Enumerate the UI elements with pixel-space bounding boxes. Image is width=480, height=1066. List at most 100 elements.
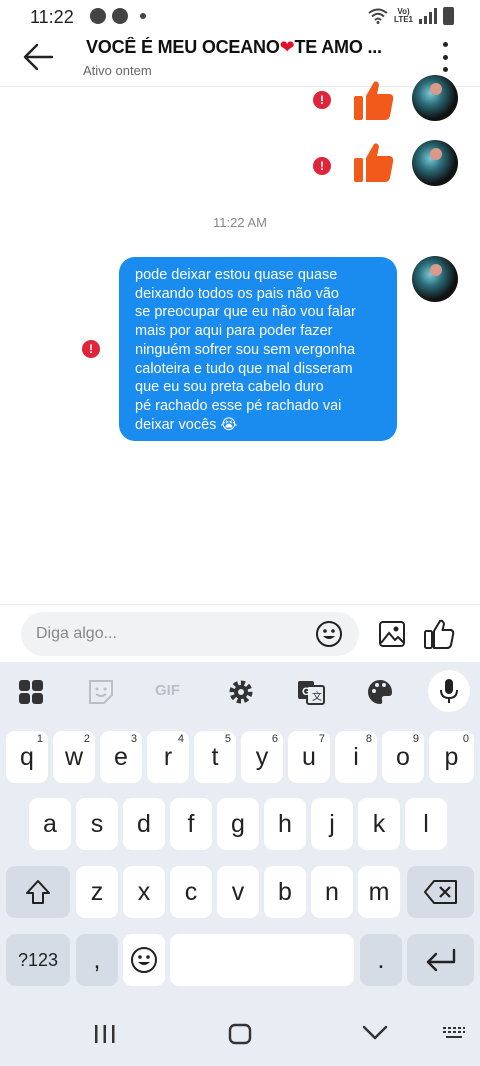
- active-status: Ativo ontem: [83, 63, 152, 78]
- title-text-end: TE AMO ...: [294, 37, 383, 57]
- image-icon[interactable]: [378, 620, 406, 648]
- key-i[interactable]: i8: [335, 731, 377, 783]
- backspace-key[interactable]: [407, 866, 474, 918]
- recent-apps-icon[interactable]: [94, 1024, 116, 1044]
- system-navigation-bar: [0, 1000, 480, 1066]
- key-h[interactable]: h: [264, 798, 306, 850]
- heart-icon: ❤: [279, 37, 295, 57]
- key-u[interactable]: u7: [288, 731, 330, 783]
- more-notifications-icon: [140, 13, 146, 19]
- message-line: pode deixar estou quase quase: [135, 267, 338, 283]
- back-button[interactable]: [22, 40, 56, 74]
- chat-header: VOCÊ É MEU OCEANO❤TE AMO ... Ativo ontem: [0, 34, 480, 86]
- message-timestamp: 11:22 AM: [213, 215, 267, 230]
- key-p[interactable]: p0: [429, 731, 474, 783]
- keyboard-switch-icon[interactable]: [442, 1026, 466, 1040]
- message-placeholder: Diga algo...: [36, 625, 117, 642]
- theme-palette-icon[interactable]: [365, 677, 395, 707]
- notification-icons: [90, 8, 146, 24]
- sticker-icon[interactable]: [86, 677, 116, 707]
- message-notification-icon: [90, 8, 106, 24]
- symbols-key[interactable]: ?123: [6, 934, 70, 986]
- home-icon[interactable]: [228, 1023, 252, 1045]
- key-k[interactable]: k: [358, 798, 400, 850]
- shift-key[interactable]: [6, 866, 70, 918]
- message-bubble[interactable]: pode deixar estou quase quase deixando t…: [119, 257, 397, 441]
- key-w[interactable]: w2: [53, 731, 95, 783]
- send-error-icon[interactable]: !: [313, 91, 331, 109]
- key-r[interactable]: r4: [147, 731, 189, 783]
- svg-text:文: 文: [312, 690, 322, 703]
- wifi-icon: [368, 8, 388, 24]
- key-f[interactable]: f: [170, 798, 212, 850]
- battery-icon: [443, 7, 454, 25]
- svg-text:G: G: [302, 686, 311, 698]
- conversation-title[interactable]: VOCÊ É MEU OCEANO❤TE AMO ...: [86, 37, 416, 58]
- translate-icon[interactable]: G 文: [296, 677, 326, 707]
- key-a[interactable]: a: [29, 798, 71, 850]
- comma-key[interactable]: ,: [76, 934, 118, 986]
- key-l[interactable]: l: [405, 798, 447, 850]
- enter-key[interactable]: [407, 934, 474, 986]
- key-j[interactable]: j: [311, 798, 353, 850]
- thumbs-up-sticker: [354, 143, 394, 182]
- emoji-icon[interactable]: [315, 620, 343, 648]
- thumbs-up-sticker: [354, 81, 394, 120]
- message-line: ninguém sofrer sou sem vergonha: [135, 341, 356, 358]
- status-right: Vo) LTE1: [368, 7, 454, 25]
- smiley-icon: [131, 947, 157, 973]
- keyboard-toolbar: GIF G 文: [0, 662, 480, 722]
- key-x[interactable]: x: [123, 866, 165, 918]
- shift-arrow-icon: [26, 880, 50, 904]
- key-n[interactable]: n: [311, 866, 353, 918]
- status-time: 11:22: [30, 7, 74, 27]
- apps-grid-icon[interactable]: [16, 677, 46, 707]
- message-line: caloteira e tudo que mal disseram: [135, 360, 353, 377]
- message-line: deixar vocês 😭: [135, 416, 238, 433]
- status-bar: 11:22 Vo) LTE1: [0, 0, 480, 34]
- emoji-key[interactable]: [123, 934, 165, 986]
- user-avatar[interactable]: [412, 256, 458, 302]
- arrow-left-icon: [23, 43, 54, 71]
- period-key[interactable]: .: [360, 934, 402, 986]
- user-avatar[interactable]: [412, 140, 458, 186]
- title-text-start: VOCÊ É MEU OCEANO: [86, 37, 280, 57]
- key-t[interactable]: t5: [194, 731, 236, 783]
- key-d[interactable]: d: [123, 798, 165, 850]
- key-c[interactable]: c: [170, 866, 212, 918]
- key-y[interactable]: y6: [241, 731, 283, 783]
- backspace-icon: [424, 880, 457, 904]
- key-z[interactable]: z: [76, 866, 118, 918]
- space-bar[interactable]: [170, 934, 354, 986]
- settings-gear-icon[interactable]: [226, 677, 256, 707]
- key-e[interactable]: e3: [100, 731, 142, 783]
- key-o[interactable]: o9: [382, 731, 424, 783]
- microphone-icon: [440, 679, 458, 703]
- key-v[interactable]: v: [217, 866, 259, 918]
- send-error-icon[interactable]: !: [313, 157, 331, 175]
- user-avatar[interactable]: [412, 75, 458, 121]
- signal-icon: [419, 8, 437, 24]
- hide-keyboard-chevron-icon[interactable]: [362, 1024, 388, 1042]
- send-error-icon[interactable]: !: [82, 340, 100, 358]
- key-b[interactable]: b: [264, 866, 306, 918]
- message-line: pé rachado esse pé rachado vai: [135, 397, 342, 414]
- key-m[interactable]: m: [358, 866, 400, 918]
- key-g[interactable]: g: [217, 798, 259, 850]
- more-options-button[interactable]: [440, 42, 450, 72]
- like-icon[interactable]: [423, 618, 455, 650]
- voice-input-button[interactable]: [428, 670, 470, 712]
- app-notification-icon: [112, 8, 128, 24]
- gif-button[interactable]: GIF: [155, 682, 180, 699]
- message-composer: Diga algo...: [0, 604, 480, 662]
- message-line: mais por aqui para poder fazer: [135, 323, 333, 340]
- message-input[interactable]: Diga algo...: [21, 612, 359, 656]
- key-s[interactable]: s: [76, 798, 118, 850]
- message-line: se preocupar que eu não vou falar: [135, 304, 356, 321]
- enter-arrow-icon: [426, 948, 456, 972]
- key-q[interactable]: q1: [6, 731, 48, 783]
- header-divider: [0, 86, 480, 87]
- network-type: Vo) LTE1: [394, 7, 413, 24]
- message-line: que eu sou preta cabelo duro: [135, 379, 324, 396]
- message-line: deixando todos os pais não vão: [135, 285, 339, 302]
